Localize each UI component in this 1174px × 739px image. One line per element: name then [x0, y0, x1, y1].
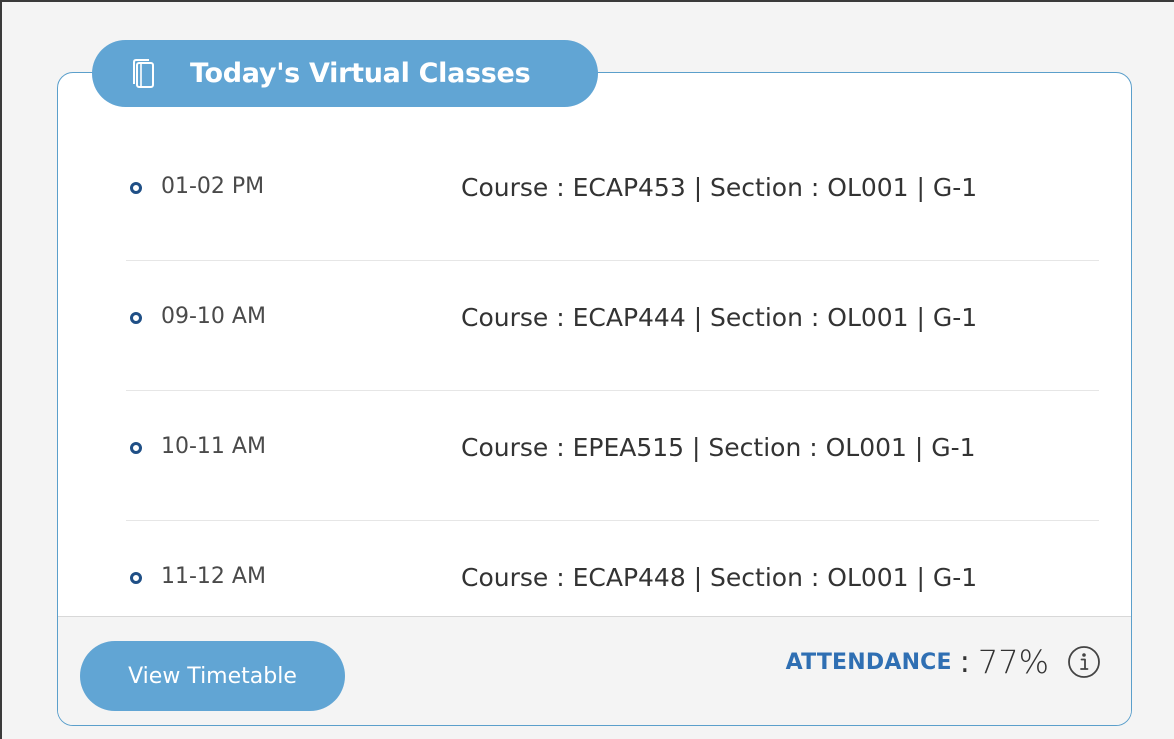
class-time: 01-02 PM	[161, 174, 265, 199]
class-course: Course : EPEA515 | Section : OL001 | G-1	[461, 433, 976, 462]
bullet-icon	[130, 312, 142, 324]
card-footer: View Timetable ATTENDANCE : 77%	[58, 616, 1131, 725]
class-time: 10-11 AM	[161, 434, 266, 459]
attendance-value: 77%	[977, 643, 1049, 681]
attendance-label: ATTENDANCE	[785, 649, 952, 675]
class-course: Course : ECAP453 | Section : OL001 | G-1	[461, 173, 978, 202]
view-timetable-button[interactable]: View Timetable	[80, 641, 345, 711]
bullet-icon	[130, 572, 142, 584]
class-row[interactable]: 09-10 AM Course : ECAP444 | Section : OL…	[126, 261, 1099, 391]
class-course: Course : ECAP448 | Section : OL001 | G-1	[461, 563, 978, 592]
frame-border-top	[0, 0, 1174, 2]
class-row[interactable]: 01-02 PM Course : ECAP453 | Section : OL…	[126, 131, 1099, 261]
bullet-icon	[130, 182, 142, 194]
frame-border-left	[0, 0, 2, 739]
attendance-separator: :	[959, 644, 970, 680]
class-time: 11-12 AM	[161, 564, 266, 589]
class-row[interactable]: 10-11 AM Course : EPEA515 | Section : OL…	[126, 391, 1099, 521]
widget-title-tab: Today's Virtual Classes	[92, 40, 598, 107]
widget-title: Today's Virtual Classes	[190, 58, 531, 89]
class-time: 09-10 AM	[161, 304, 266, 329]
class-course: Course : ECAP444 | Section : OL001 | G-1	[461, 303, 978, 332]
book-stack-icon	[132, 58, 156, 90]
attendance-summary: ATTENDANCE : 77%	[786, 643, 1101, 681]
class-list: 01-02 PM Course : ECAP453 | Section : OL…	[126, 131, 1099, 651]
virtual-classes-card: 01-02 PM Course : ECAP453 | Section : OL…	[57, 72, 1132, 726]
info-icon[interactable]	[1067, 645, 1101, 679]
bullet-icon	[130, 442, 142, 454]
